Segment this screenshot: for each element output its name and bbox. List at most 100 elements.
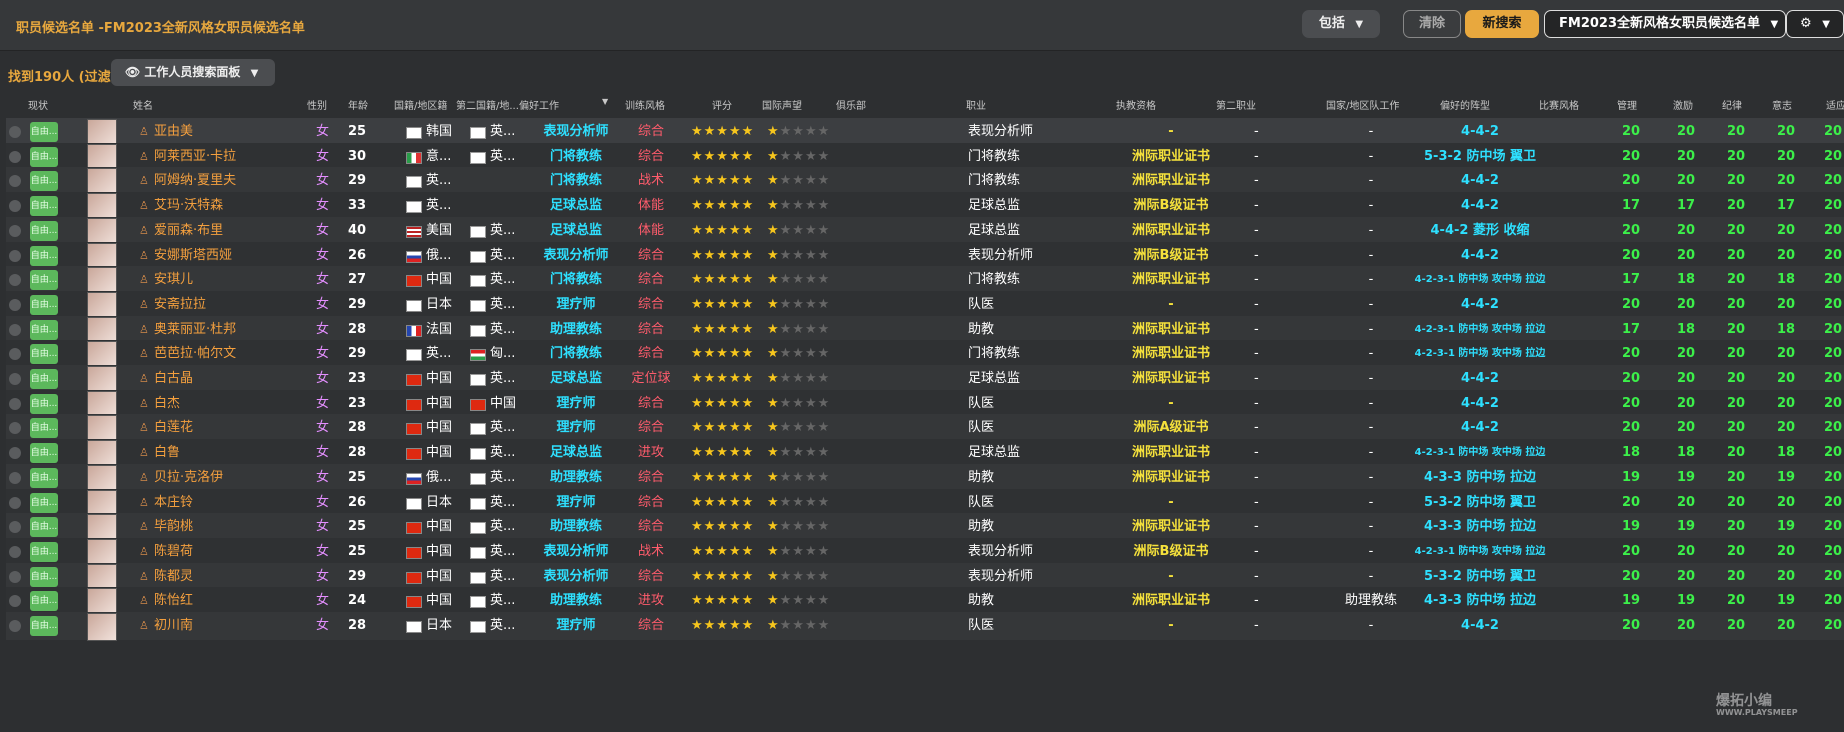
staff-name[interactable]: 初川南 [154,612,193,640]
col-reputation[interactable]: 国际声望 [762,97,802,112]
reputation-empty: ★★★★ [779,618,831,633]
include-dropdown-button[interactable]: 包括 ▼ [1302,10,1380,38]
row-checkbox[interactable] [9,620,21,632]
status-badge: 自由... [30,566,58,587]
row-checkbox[interactable] [9,348,21,361]
training-style: 综合 [637,618,664,633]
preferred-job: 理疗师 [556,618,596,633]
second-nationality-flag-icon [470,522,486,535]
col-second-nationality[interactable]: 第二国籍/地... [456,97,519,112]
row-checkbox[interactable] [9,545,21,558]
row-checkbox[interactable] [9,397,21,410]
col-motivating[interactable]: 激励 [1673,97,1693,112]
row-checkbox[interactable] [9,200,21,213]
nationality-flag-icon [406,621,422,633]
eye-icon: 👁 [125,65,141,79]
row-checkbox[interactable] [9,521,21,534]
reputation-empty: ★★★★ [779,272,831,288]
col-determination[interactable]: 意志 [1772,97,1792,112]
row-checkbox[interactable] [9,126,21,138]
staff-photo [87,613,117,641]
status-badge: 自由... [30,196,58,217]
nationality-flag-icon [406,423,422,436]
reputation-empty: ★★★★ [779,247,831,263]
nationality-flag-icon [406,546,422,559]
col-age[interactable]: 年龄 [348,97,368,112]
reputation-empty: ★★★★ [779,346,831,362]
reputation-filled: ★ [767,148,780,164]
nationality-flag-icon [406,151,422,164]
col-second-role[interactable]: 第二职业 [1216,97,1256,112]
row-checkbox[interactable] [9,595,21,608]
col-nationality[interactable]: 国籍/地区籍 [394,97,447,112]
status-badge: 自由... [30,245,58,266]
col-role[interactable]: 职业 [966,97,986,112]
reputation-empty: ★★★★ [779,519,831,535]
row-checkbox[interactable] [9,249,21,262]
second-nationality-flag-icon [470,275,486,288]
row-checkbox[interactable] [9,323,21,336]
row-checkbox[interactable] [9,274,21,287]
attr-management: 20 [1621,618,1641,633]
col-name[interactable]: 姓名 [133,97,153,112]
row-checkbox[interactable] [9,298,21,311]
preferred-formation: 4-4-2 [1461,618,1499,633]
reputation-empty: ★★★★ [779,198,831,214]
shortlist-dropdown[interactable]: FM2023全新风格女职员候选名单 ▼ [1544,10,1786,38]
second-nationality-flag-icon [470,299,486,312]
row-checkbox[interactable] [9,496,21,509]
person-icon: ♙ [139,619,149,632]
staff-search-panel-button[interactable]: 👁 工作人员搜索面板 ▼ [111,59,275,86]
nationality-flag-icon [406,127,422,139]
status-badge: 自由... [30,418,58,439]
row-checkbox[interactable] [9,175,21,188]
col-preferred-job[interactable]: 偏好工作 [519,97,559,112]
reputation-filled: ★ [767,568,780,584]
col-rating[interactable]: 评分 [712,97,732,112]
col-sex[interactable]: 性别 [307,97,327,112]
reputation-empty: ★★★★ [779,420,831,436]
col-status[interactable]: 现状 [28,97,48,112]
nationality-flag-icon [406,299,422,312]
status-badge: 自由... [30,467,58,488]
second-nationality-flag-icon [470,497,486,510]
table-row[interactable]: 自由... ♙ 初川南女 28 日本 英... 理疗师 综合 ★★★★★ ★★★★★ 队医 - - -4-… [6,612,1844,641]
col-national-team-job[interactable]: 国家/地区队工作 [1326,97,1399,112]
row-checkbox[interactable] [9,224,21,237]
col-training-style[interactable]: 训练风格 [625,97,665,112]
new-search-button[interactable]: 新搜索 [1465,10,1539,38]
row-checkbox[interactable] [9,150,21,163]
clear-button[interactable]: 清除 [1403,10,1461,38]
col-adaptability[interactable]: 适应 [1826,97,1844,112]
col-management[interactable]: 管理 [1617,97,1637,112]
row-checkbox[interactable] [9,447,21,460]
col-discipline[interactable]: 纪律 [1722,97,1742,112]
row-checkbox[interactable] [9,373,21,385]
result-count: 找到190人 (过滤) [8,70,117,85]
col-match-style[interactable]: 比赛风格 [1539,97,1579,112]
row-checkbox[interactable] [9,570,21,583]
second-nationality-flag-icon [470,596,486,609]
second-nationality-flag-icon [470,546,486,559]
reputation-filled: ★ [767,519,780,535]
row-checkbox[interactable] [9,471,21,484]
col-preferred-formation[interactable]: 偏好的阵型 [1440,97,1490,112]
reputation-filled: ★ [767,173,780,189]
table-header: 现状 姓名 性别 年龄 国籍/地区籍 第二国籍/地... 偏好工作 ▼ 训练风格… [0,95,1844,113]
nationality-flag-icon [406,225,422,238]
row-checkbox[interactable] [9,422,21,435]
status-badge: 自由... [30,220,58,241]
status-badge: 自由... [30,492,58,513]
reputation-stars: ★★★★★ [767,612,830,640]
reputation-empty: ★★★★ [779,222,831,238]
role: 队医 [968,618,995,633]
attr-determination: 20 [1776,618,1796,633]
rating-stars: ★★★★★ [691,618,755,633]
reputation-filled: ★ [767,618,780,633]
col-club[interactable]: 俱乐部 [836,97,866,112]
nationality-flag-icon [406,522,422,535]
settings-dropdown[interactable]: ⚙ ▼ [1786,10,1844,38]
status-badge: 自由... [30,369,58,389]
reputation-empty: ★★★★ [779,494,831,510]
col-license[interactable]: 执教资格 [1116,97,1156,112]
